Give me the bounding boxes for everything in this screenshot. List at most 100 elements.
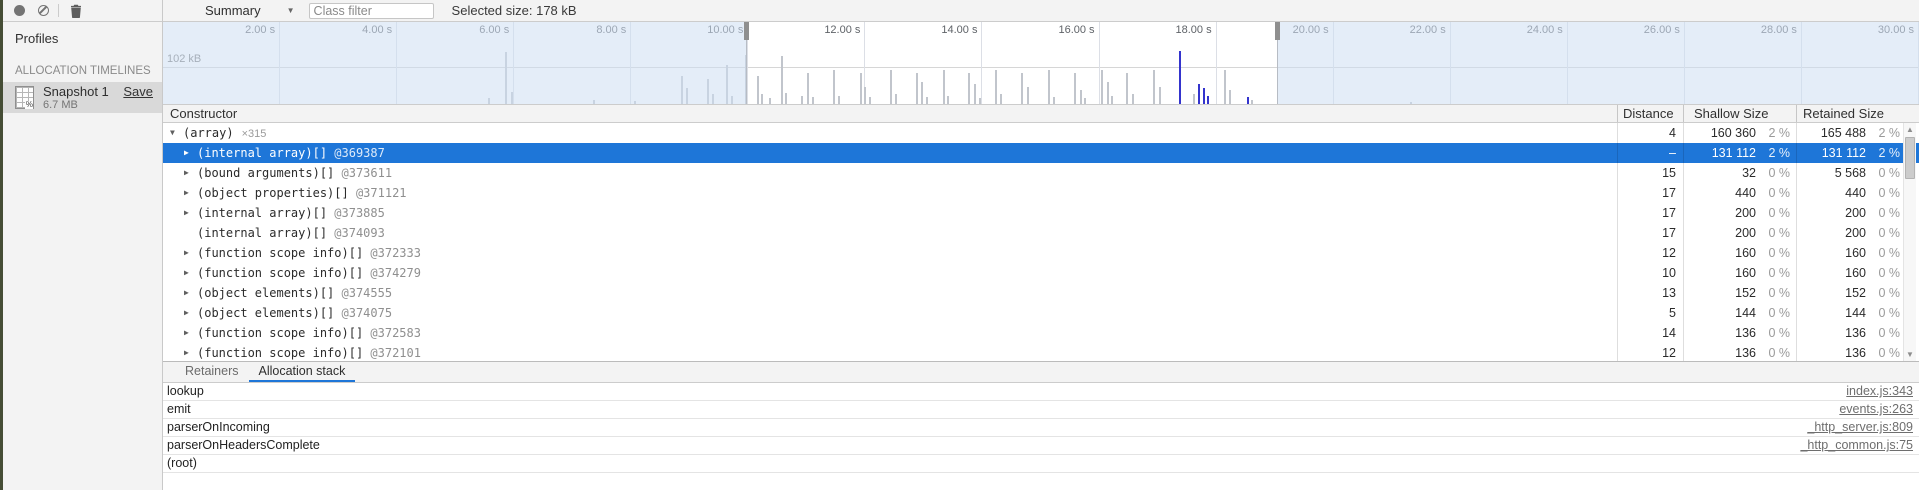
stack-frame-row[interactable]: parserOnIncoming_http_server.js:809 [163,419,1919,437]
constructor-cell: ▶(function scope info)[] @372101 [163,343,421,361]
constructor-name: (internal array)[] [197,146,327,160]
retained-size-cell: 131 112 [1796,143,1866,163]
scroll-down-icon[interactable]: ▼ [1904,350,1916,359]
source-link[interactable]: _http_server.js:809 [1807,419,1913,436]
expander-icon[interactable]: ▶ [184,163,197,183]
allocation-bar [1229,90,1231,104]
allocation-bar [1074,73,1076,104]
table-row[interactable]: ▶(object elements)[] @374555131520 %1520… [163,283,1919,303]
table-row[interactable]: ▶(internal array)[] @369387–131 1122 %13… [163,143,1919,163]
shallow-pct-cell: 2 % [1759,123,1790,143]
expander-icon[interactable]: ▼ [170,123,183,143]
retained-size-cell: 165 488 [1796,123,1866,143]
allocation-bar [1203,88,1205,104]
stack-frame-row[interactable]: parserOnHeadersComplete_http_common.js:7… [163,437,1919,455]
clear-profiles-button[interactable] [32,1,54,21]
allocation-bar [1000,94,1002,104]
allocation-bar [1224,70,1226,104]
instance-count: ×315 [242,128,267,140]
distance-cell: 13 [1617,283,1676,303]
expander-icon[interactable]: ▶ [184,323,197,343]
constructor-name: (object elements)[] [197,306,334,320]
column-header-shallow-size[interactable]: Shallow Size [1694,106,1768,121]
allocation-bar [1084,98,1086,104]
profiles-sidebar: Profiles ALLOCATION TIMELINES % Snapshot… [3,0,163,490]
allocation-bar [947,96,949,104]
source-link[interactable]: _http_common.js:75 [1800,437,1913,454]
tab-retainers[interactable]: Retainers [175,362,249,382]
column-header-distance[interactable]: Distance [1623,106,1674,121]
allocation-bar [995,70,997,104]
allocation-bar [1193,94,1195,104]
timeline[interactable]: 102 kB 2.00 s4.00 s6.00 s8.00 s10.00 s12… [163,22,1919,104]
shallow-size-cell: 160 [1683,263,1756,283]
expander-icon[interactable]: ▶ [184,283,197,303]
record-icon [14,5,25,16]
constructor-cell: ▼(array)×315 [163,123,266,143]
table-row[interactable]: ▶(bound arguments)[] @37361115320 %5 568… [163,163,1919,183]
source-link[interactable]: index.js:343 [1846,383,1913,400]
sidebar-item-snapshot-1[interactable]: % Snapshot 1 Save 6.7 MB [3,82,162,113]
scroll-up-icon[interactable]: ▲ [1904,125,1916,134]
distance-cell: 15 [1617,163,1676,183]
allocation-timelines-heading: ALLOCATION TIMELINES [15,65,151,77]
expander-icon[interactable]: ▶ [184,183,197,203]
source-link[interactable]: events.js:263 [1839,401,1913,418]
allocation-bar [1048,70,1050,104]
retained-pct-cell: 2 % [1866,143,1904,163]
expander-icon[interactable]: ▶ [184,303,197,323]
constructor-cell: ▶(function scope info)[] @374279 [163,263,421,283]
column-header-constructor[interactable]: Constructor [170,106,237,121]
column-divider [1617,105,1618,122]
table-row[interactable]: ▶(function scope info)[] @372333121600 %… [163,243,1919,263]
expander-icon[interactable]: ▶ [184,143,197,163]
object-id: @374279 [363,266,421,280]
delete-profile-button[interactable] [65,1,87,21]
selection-left-handle[interactable] [744,22,749,40]
table-row[interactable]: ▶(function scope info)[] @374279101600 %… [163,263,1919,283]
table-row[interactable]: (internal array)[] @374093172000 %2000 % [163,223,1919,243]
scrollbar-thumb[interactable] [1905,137,1915,179]
shallow-size-cell: 160 360 [1683,123,1756,143]
constructor-grid: ▼(array)×3154160 3602 %165 4882 %▶(inter… [163,123,1919,361]
stack-frame-row[interactable]: (root) [163,455,1919,473]
constructor-cell: ▶(object elements)[] @374555 [163,283,392,303]
tab-allocation-stack[interactable]: Allocation stack [249,362,356,382]
distance-cell: 5 [1617,303,1676,323]
retainers-tabbar: RetainersAllocation stack [163,361,1919,383]
table-row[interactable]: ▼(array)×3154160 3602 %165 4882 % [163,123,1919,143]
record-allocation-button[interactable] [8,1,30,21]
retained-size-cell: 160 [1796,263,1866,283]
column-divider [1796,123,1797,361]
object-id: @371121 [349,186,407,200]
expander-icon[interactable]: ▶ [184,243,197,263]
allocation-bar [801,96,803,104]
expander-icon[interactable]: ▶ [184,263,197,283]
constructor-name: (bound arguments)[] [197,166,334,180]
column-header-retained-size[interactable]: Retained Size [1803,106,1884,121]
table-row[interactable]: ▶(object elements)[] @37407551440 %1440 … [163,303,1919,323]
save-snapshot-link[interactable]: Save [123,84,153,99]
expander-icon[interactable]: ▶ [184,343,197,361]
stack-frame-name: emit [167,401,191,418]
table-row[interactable]: ▶(function scope info)[] @372101121360 %… [163,343,1919,361]
allocation-bar [1251,100,1253,104]
allocation-bar [895,94,897,104]
perspective-select[interactable]: Summary ▼ [205,3,295,18]
table-row[interactable]: ▶(internal array)[] @373885172000 %2000 … [163,203,1919,223]
distance-cell: – [1617,143,1676,163]
table-row[interactable]: ▶(object properties)[] @371121174400 %44… [163,183,1919,203]
selection-right-handle[interactable] [1275,22,1280,40]
constructor-cell: ▶(function scope info)[] @372333 [163,243,421,263]
object-id: @372583 [363,326,421,340]
allocation-bar [869,97,871,104]
expander-icon[interactable]: ▶ [184,203,197,223]
retained-size-cell: 136 [1796,323,1866,343]
snapshot-title: Snapshot 1 [43,84,109,99]
table-row[interactable]: ▶(function scope info)[] @372583141360 %… [163,323,1919,343]
grid-scrollbar[interactable]: ▲ ▼ [1903,123,1916,361]
class-filter-input[interactable] [309,3,434,19]
stack-frame-row[interactable]: lookupindex.js:343 [163,383,1919,401]
stack-frame-row[interactable]: emit events.js:263 [163,401,1919,419]
shallow-pct-cell: 0 % [1759,183,1790,203]
